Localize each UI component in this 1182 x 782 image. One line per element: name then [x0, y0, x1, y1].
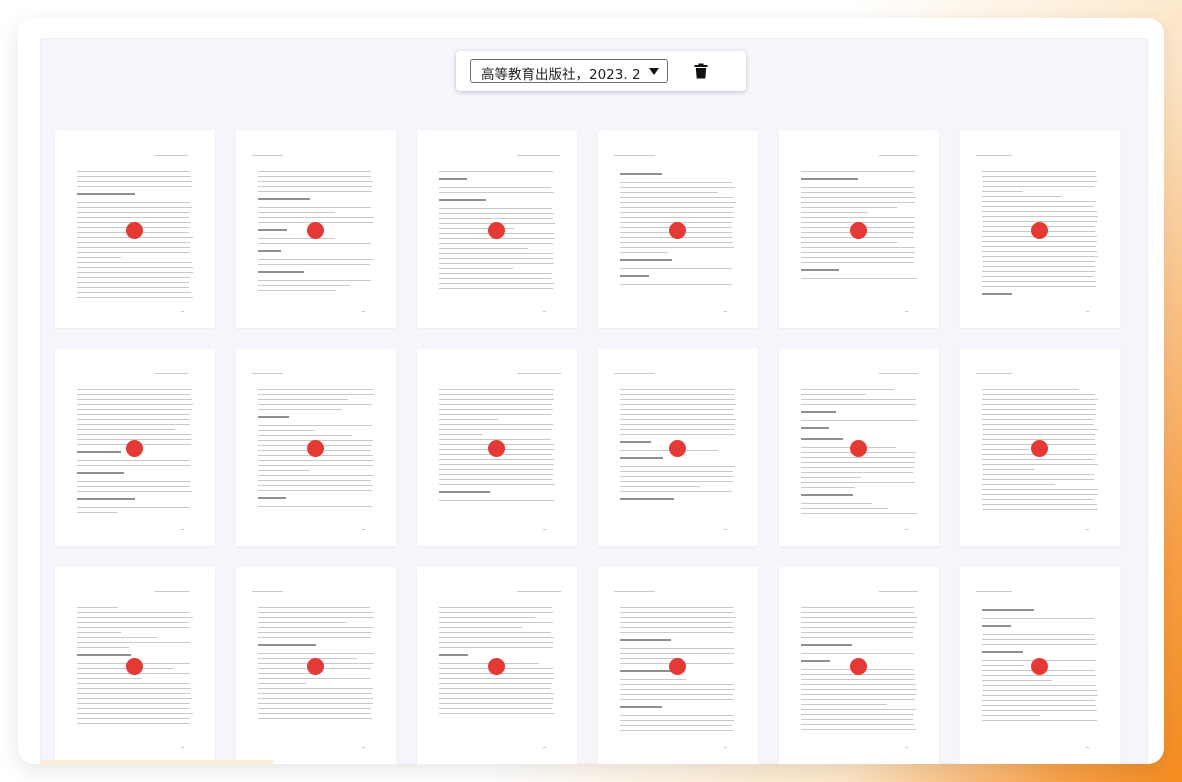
page-marker-dot[interactable] [669, 658, 686, 675]
page-marker-dot[interactable] [488, 440, 505, 457]
page-thumbnail[interactable] [55, 131, 215, 328]
page-thumbnail[interactable] [960, 567, 1120, 764]
page-marker-dot[interactable] [488, 658, 505, 675]
page-marker-dot[interactable] [307, 440, 324, 457]
page-thumbnail[interactable] [779, 567, 939, 764]
page-marker-dot[interactable] [488, 222, 505, 239]
page-thumbnail[interactable] [960, 349, 1120, 546]
chevron-down-icon [649, 68, 659, 75]
horizontal-scrollbar[interactable] [40, 760, 274, 764]
page-thumbnail[interactable] [417, 131, 577, 328]
page-thumbnail[interactable] [779, 349, 939, 546]
page-thumbnail[interactable] [417, 349, 577, 546]
page-thumbnail[interactable] [55, 349, 215, 546]
source-select-value: 高等教育出版社，2023. 2.… [481, 67, 641, 83]
page-thumbnail[interactable] [417, 567, 577, 764]
app-window: 高等教育出版社，2023. 2.… [18, 18, 1164, 764]
trash-icon[interactable] [694, 63, 708, 79]
page-marker-dot[interactable] [126, 658, 143, 675]
page-marker-dot[interactable] [307, 222, 324, 239]
page-marker-dot[interactable] [126, 222, 143, 239]
page-marker-dot[interactable] [850, 658, 867, 675]
page-thumbnail[interactable] [236, 567, 396, 764]
page-marker-dot[interactable] [669, 222, 686, 239]
source-select[interactable]: 高等教育出版社，2023. 2.… [470, 59, 668, 83]
page-thumbnail[interactable] [598, 567, 758, 764]
page-marker-dot[interactable] [126, 440, 143, 457]
page-thumbnail[interactable] [55, 567, 215, 764]
page-thumbnail[interactable] [236, 131, 396, 328]
page-marker-dot[interactable] [307, 658, 324, 675]
page-marker-dot[interactable] [669, 440, 686, 457]
page-marker-dot[interactable] [850, 440, 867, 457]
page-thumbnail[interactable] [236, 349, 396, 546]
page-thumbnail[interactable] [779, 131, 939, 328]
page-marker-dot[interactable] [1031, 440, 1048, 457]
page-thumbnail[interactable] [598, 349, 758, 546]
page-marker-dot[interactable] [850, 222, 867, 239]
page-thumbnail[interactable] [598, 131, 758, 328]
page-marker-dot[interactable] [1031, 658, 1048, 675]
page-grid [55, 131, 1120, 764]
page-thumbnail[interactable] [960, 131, 1120, 328]
floating-toolbar: 高等教育出版社，2023. 2.… [456, 51, 746, 91]
page-marker-dot[interactable] [1031, 222, 1048, 239]
